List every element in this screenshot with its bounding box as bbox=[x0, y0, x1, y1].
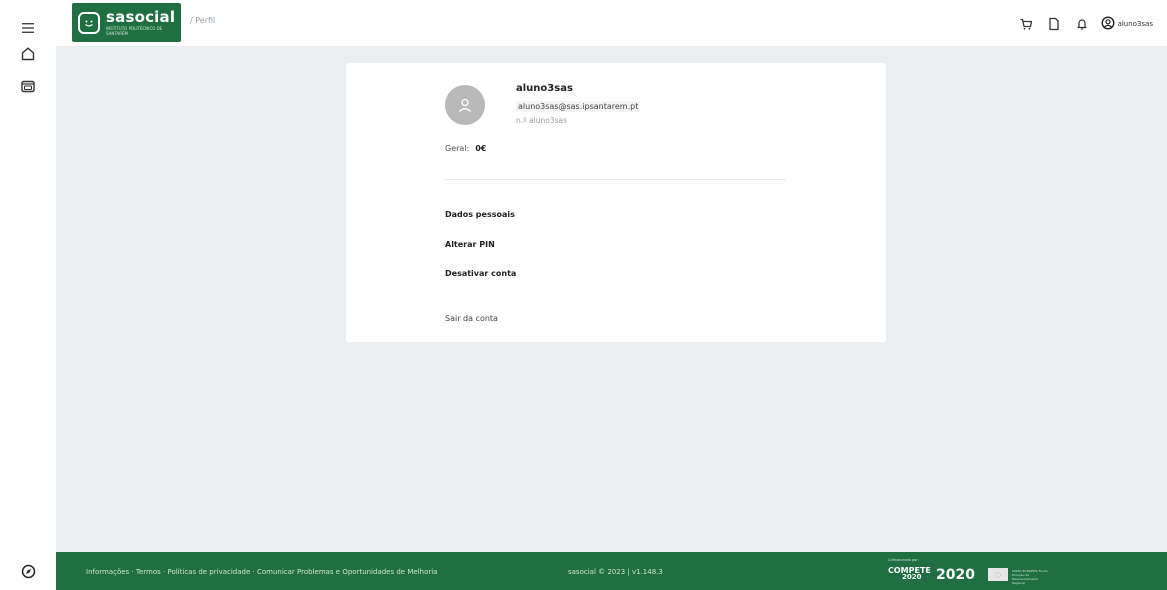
sidebar-bottom bbox=[0, 552, 56, 590]
avatar bbox=[445, 85, 485, 125]
brand-subtitle: INSTITUTO POLITÉCNICO DE SANTARÉM bbox=[106, 25, 163, 36]
breadcrumb: / Perfil bbox=[190, 16, 216, 25]
user-placeholder-icon bbox=[459, 98, 471, 112]
profile-name: aluno3sas bbox=[516, 83, 573, 94]
sidebar bbox=[0, 0, 56, 590]
deactivate-account-link[interactable]: Desativar conta bbox=[445, 269, 516, 278]
brand-logo[interactable]: sasocial INSTITUTO POLITÉCNICO DE SANTAR… bbox=[72, 3, 181, 42]
cart-icon[interactable] bbox=[1015, 13, 1037, 35]
portugal2020-logo: 2020 bbox=[936, 567, 975, 583]
top-bar: sasocial INSTITUTO POLITÉCNICO DE SANTAR… bbox=[56, 0, 1167, 46]
balance: Geral: 0€ bbox=[445, 144, 486, 153]
wallet-icon[interactable] bbox=[14, 72, 42, 100]
footer: Informações · Termos · Políticas de priv… bbox=[56, 552, 1167, 590]
footer-link-report[interactable]: Comunicar Problemas e Oportunidades de M… bbox=[257, 568, 438, 576]
home-icon[interactable] bbox=[14, 40, 42, 68]
footer-separator: · bbox=[129, 568, 136, 576]
menu-icon[interactable] bbox=[14, 14, 42, 42]
compass-icon[interactable] bbox=[14, 557, 42, 585]
bell-icon[interactable] bbox=[1071, 13, 1093, 35]
change-pin-link[interactable]: Alterar PIN bbox=[445, 240, 495, 249]
balance-label: Geral: bbox=[445, 144, 470, 153]
footer-separator: · bbox=[250, 568, 257, 576]
smile-logo-icon bbox=[78, 11, 100, 34]
funding-caption: Cofinanciado por: bbox=[888, 558, 919, 562]
compete-year: 2020 bbox=[902, 573, 922, 581]
logout-link[interactable]: Sair da conta bbox=[445, 314, 498, 323]
personal-data-link[interactable]: Dados pessoais bbox=[445, 210, 515, 219]
divider bbox=[445, 179, 786, 180]
compete-logo: COMPETE 2020 bbox=[888, 567, 931, 581]
footer-link-privacy[interactable]: Políticas de privacidade bbox=[167, 568, 250, 576]
profile-email: aluno3sas@sas.ipsantarem.pt bbox=[516, 101, 641, 112]
footer-copyright: sasocial © 2023 | v1.148.3 bbox=[568, 568, 663, 576]
header-actions: aluno3sas bbox=[1009, 13, 1153, 35]
user-menu[interactable]: aluno3sas bbox=[1101, 15, 1153, 34]
eu-flag-icon bbox=[988, 568, 1008, 581]
portugal2020-label: 2020 bbox=[936, 567, 975, 583]
footer-link-info[interactable]: Informações bbox=[86, 568, 129, 576]
footer-links: Informações · Termos · Políticas de priv… bbox=[86, 568, 446, 576]
document-icon[interactable] bbox=[1043, 13, 1065, 35]
eu-text: UNIÃO EUROPEIA Fundo Europeu de Desenvol… bbox=[1012, 569, 1048, 585]
username-label: aluno3sas bbox=[1117, 20, 1153, 28]
profile-card: aluno3sas aluno3sas@sas.ipsantarem.pt n.… bbox=[346, 63, 886, 342]
funding-logos: Cofinanciado por: COMPETE 2020 2020 UNIÃ… bbox=[888, 558, 1058, 585]
footer-link-terms[interactable]: Termos bbox=[136, 568, 161, 576]
user-circle-icon bbox=[1101, 15, 1115, 34]
profile-number: n.º aluno3sas bbox=[516, 116, 568, 125]
brand-name: sasocial bbox=[106, 7, 176, 26]
balance-value: 0€ bbox=[475, 144, 487, 153]
